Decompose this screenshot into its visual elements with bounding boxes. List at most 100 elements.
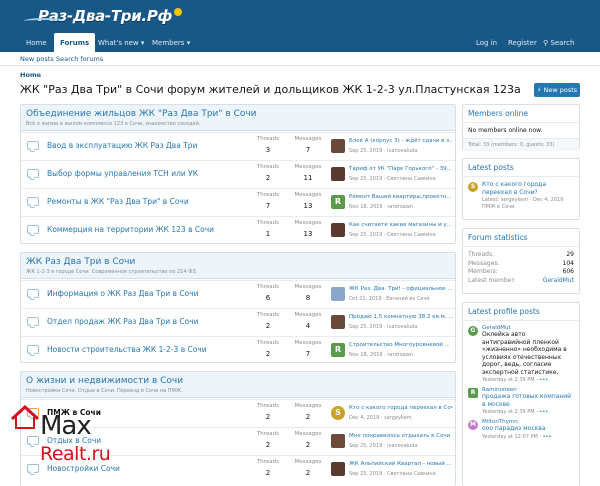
forum-icon — [27, 197, 39, 206]
nav-members[interactable]: Members ▾ — [146, 35, 196, 52]
forum-title[interactable]: Новости строительства ЖК 1-2-3 в Сочи — [47, 345, 207, 354]
profile-post-time[interactable]: Yesterday at 2:39 PM — [482, 377, 535, 383]
last-post-title[interactable]: Продаю 1,5 комнатную 38.2 кв.м. ... — [349, 314, 453, 320]
last-post-title[interactable]: Строительство Многоуровневой ... — [349, 342, 453, 348]
last-post-title[interactable]: Мне понравилось отдыхать в Сочи — [349, 433, 453, 439]
avatar[interactable] — [331, 462, 345, 476]
more-icon[interactable]: ••• — [539, 377, 548, 383]
threads-label: Threads — [256, 136, 280, 142]
stat-label: Messages: — [468, 259, 500, 267]
stat-row: Messages: 104 — [468, 260, 574, 269]
nav-whats-new-label: What's new — [98, 39, 139, 47]
avatar[interactable]: M — [468, 420, 478, 430]
avatar[interactable] — [331, 167, 345, 181]
last-post-meta: Sep 25, 2019 · ivanovaluda — [349, 443, 418, 449]
avatar[interactable]: R — [331, 343, 345, 357]
avatar[interactable] — [331, 223, 345, 237]
last-post-title[interactable]: ЖК Альпийский Квартал - новый ... — [349, 461, 453, 467]
avatar[interactable] — [331, 434, 345, 448]
category-title[interactable]: Объединение жильцов ЖК "Раз Два Три" в С… — [26, 109, 450, 119]
threads-label: Threads — [256, 312, 280, 318]
avatar[interactable] — [331, 315, 345, 329]
messages-label: Messages — [294, 340, 322, 346]
nav-login[interactable]: Log in — [470, 35, 503, 52]
avatar[interactable]: G — [468, 326, 478, 336]
watermark-max: Max — [40, 411, 92, 441]
avatar[interactable]: R — [331, 195, 345, 209]
last-post-meta: Dec 4, 2019 · sergeykem — [349, 415, 412, 421]
forum-title[interactable]: Отдел продаж ЖК Раз Два Три в Сочи — [47, 317, 199, 326]
avatar[interactable] — [331, 139, 345, 153]
forum-title[interactable]: Информация о ЖК Раз Два Три в Сочи — [47, 289, 198, 298]
latest-post-title[interactable]: Кто с какого города переехал в Сочи? — [482, 181, 574, 196]
forum-title[interactable]: Ввод в эксплуатацию ЖК Раз Два Три — [47, 141, 197, 150]
stat-value: 104 — [562, 259, 574, 267]
messages-count: 2 — [305, 469, 311, 477]
nav-home[interactable]: Home — [20, 35, 53, 52]
messages-label: Messages — [294, 284, 322, 290]
messages-count: 2 — [305, 441, 311, 449]
category-block: Объединение жильцов ЖК "Раз Два Три" в С… — [20, 104, 456, 244]
forum-icon — [27, 317, 39, 326]
avatar[interactable]: R — [468, 388, 478, 398]
latest-post-forum[interactable]: ПМЖ в Сочи — [482, 204, 574, 210]
threads-count: 1 — [265, 230, 271, 238]
forum-title[interactable]: Выбор формы управления ТСН или УК — [47, 169, 198, 178]
widget-title[interactable]: Members online — [463, 105, 579, 123]
profile-post-time[interactable]: Yesterday at 12:07 PM — [482, 434, 538, 440]
last-post-meta: Oct 21, 2019 · Евгений из Сочи — [349, 296, 430, 302]
last-post-title[interactable]: Кто с какого города переехал в Сочи? — [349, 405, 453, 411]
widget-footer: Total: 33 (members: 0, guests: 33) — [463, 138, 579, 151]
widget-title[interactable]: Forum statistics — [463, 229, 579, 247]
last-post-meta: Sep 25, 2019 · Светлана Савкина — [349, 176, 436, 182]
profile-post-text[interactable]: ооо парадиз москва — [482, 425, 574, 433]
last-post-meta: Nov 18, 2019 · rardroawn — [349, 204, 413, 210]
latest-member-link[interactable]: GeraldMut — [543, 277, 574, 286]
avatar[interactable]: S — [331, 406, 345, 420]
threads-label: Threads — [256, 459, 280, 465]
nav-members-label: Members — [152, 39, 185, 47]
chevron-down-icon: ▾ — [140, 39, 145, 47]
profile-post: G GeraldMut Оклейка авто антигравийной п… — [468, 325, 574, 383]
subnav-search-forums[interactable]: Search forums — [56, 55, 103, 63]
category-title[interactable]: ЖК Раз Два Три в Сочи — [26, 257, 450, 267]
dot-separator-icon: · — [536, 377, 538, 383]
breadcrumb[interactable]: Home — [20, 71, 41, 79]
threads-count: 2 — [265, 469, 271, 477]
more-icon[interactable]: ••• — [543, 434, 552, 440]
category-title[interactable]: О жизни и недвижимости в Сочи — [26, 376, 450, 386]
forum-icon — [27, 345, 39, 354]
widget-title[interactable]: Latest profile posts — [463, 303, 579, 321]
nav-whats-new[interactable]: What's new ▾ — [92, 35, 150, 52]
widget-title[interactable]: Latest posts — [463, 159, 579, 177]
last-post-meta: Sep 25, 2019 · ivanovaluda — [349, 148, 418, 154]
last-post-title[interactable]: Тариф от УК "Парк Горького" - 39... — [349, 166, 453, 172]
profile-post-text[interactable]: продажа готовых компаний в москве — [482, 393, 574, 408]
category-header: О жизни и недвижимости в Сочи Новостройк… — [21, 372, 455, 398]
messages-label: Messages — [294, 220, 322, 226]
last-post-title[interactable]: Блок А (корпус 3) - ждёт сдачи в э... — [349, 138, 453, 144]
last-post-title[interactable]: ЖК Раз. Два. Три! - официальное ... — [349, 286, 453, 292]
profile-post-text: Оклейка авто антигравийной пленкой «жизн… — [482, 331, 567, 376]
avatar[interactable] — [331, 287, 345, 301]
avatar[interactable]: S — [468, 182, 478, 192]
profile-post-meta: Yesterday at 2:39 PM · ••• — [482, 409, 574, 415]
forum-title[interactable]: Коммерция на территории ЖК 123 в Сочи — [47, 225, 214, 234]
last-post-meta: Nov 18, 2019 · rardroawn — [349, 352, 413, 358]
last-post-title[interactable]: Ремонт Вашей квартиры,проектн... — [349, 194, 453, 200]
threads-count: 2 — [265, 322, 271, 330]
more-icon[interactable]: ••• — [539, 409, 548, 415]
nav-search[interactable]: ⚲ Search — [537, 35, 580, 52]
forum-title[interactable]: Ремонты в ЖК "Раз Два Три" в Сочи — [47, 197, 189, 206]
threads-count: 3 — [265, 146, 271, 154]
messages-label: Messages — [294, 164, 322, 170]
stat-row: Threads: 29 — [468, 251, 574, 260]
last-post-title[interactable]: Как считаете какие магазины и у... — [349, 222, 453, 228]
nav-search-label: Search — [550, 39, 575, 47]
site-logo[interactable]: Раз-Два-Три.Рф — [24, 4, 183, 28]
profile-post-time[interactable]: Yesterday at 2:39 PM — [482, 409, 535, 415]
subnav-new-posts[interactable]: New posts — [20, 55, 54, 63]
nav-forums[interactable]: Forums — [54, 33, 96, 52]
threads-label: Threads — [256, 164, 280, 170]
new-posts-button[interactable]: ⚡ New posts — [534, 83, 580, 97]
